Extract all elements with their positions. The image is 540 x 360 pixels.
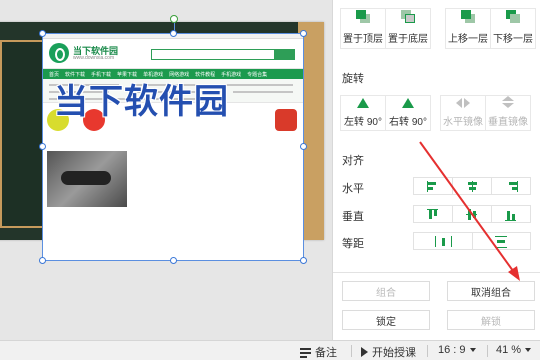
align-section-title: 对齐 xyxy=(342,155,364,167)
align-vertical-label: 垂直 xyxy=(342,211,364,223)
start-lesson-button[interactable]: 开始授课 xyxy=(361,344,416,360)
rotate-section-title: 旋转 xyxy=(342,73,364,85)
ungroup-button[interactable]: 取消组合 xyxy=(447,281,535,301)
send-to-back-label: 置于底层 xyxy=(388,34,428,45)
aspect-ratio-label: 16 : 9 xyxy=(438,344,466,356)
align-top-button[interactable] xyxy=(414,206,453,222)
align-vertical-group xyxy=(413,205,531,223)
layer-group-left: 置于顶层 置于底层 xyxy=(340,8,431,49)
rotate-right-button[interactable]: 右转 90° xyxy=(385,95,431,131)
align-bottom-button[interactable] xyxy=(492,206,530,222)
resize-handle-w[interactable] xyxy=(39,143,46,150)
flip-vertical-icon xyxy=(500,96,516,108)
resize-handle-nw[interactable] xyxy=(39,30,46,37)
bring-forward-button[interactable]: 上移一层 xyxy=(445,8,491,49)
resize-handle-e[interactable] xyxy=(300,143,307,150)
distribute-group xyxy=(413,232,531,250)
site-logo-icon xyxy=(49,43,69,63)
align-horizontal-label: 水平 xyxy=(342,183,364,195)
align-left-button[interactable] xyxy=(414,178,453,194)
notes-icon xyxy=(300,347,311,358)
flip-horizontal-label: 水平镜像 xyxy=(443,117,483,128)
rotate-left-icon xyxy=(355,96,371,108)
resize-handle-n[interactable] xyxy=(170,30,177,37)
slide-canvas-area[interactable]: 当下软件园 www.downxia.com 首页 软件下载 手机下载 苹果下载 单机游戏… xyxy=(0,0,332,340)
bring-to-front-icon xyxy=(355,10,371,24)
rotate-left-button[interactable]: 左转 90° xyxy=(340,95,386,131)
watermark-text: 当下软件园 xyxy=(54,82,229,122)
group-button[interactable]: 组合 xyxy=(342,281,430,301)
distribute-label: 等距 xyxy=(342,238,364,250)
status-separator xyxy=(487,345,488,357)
zoom-dropdown[interactable]: 41 % xyxy=(496,344,532,356)
rotate-right-icon xyxy=(400,96,416,108)
align-middle-button[interactable] xyxy=(453,206,492,222)
site-search-box xyxy=(151,49,275,60)
distribute-vertical-button[interactable] xyxy=(473,233,531,249)
site-search-button xyxy=(275,49,295,60)
resize-handle-sw[interactable] xyxy=(39,257,46,264)
status-separator xyxy=(427,345,428,357)
website-screenshot-image[interactable]: 当下软件园 www.downxia.com 首页 软件下载 手机下载 苹果下载 单机游戏… xyxy=(42,33,304,261)
send-backward-button[interactable]: 下移一层 xyxy=(490,8,536,49)
flip-vertical-button[interactable]: 垂直镜像 xyxy=(485,95,531,131)
flip-vertical-label: 垂直镜像 xyxy=(488,117,528,128)
rotate-left-label: 左转 90° xyxy=(344,117,382,128)
play-icon xyxy=(361,347,368,357)
site-header: 当下软件园 www.downxia.com xyxy=(43,39,303,69)
resize-handle-s[interactable] xyxy=(170,257,177,264)
flip-horizontal-button[interactable]: 水平镜像 xyxy=(440,95,486,131)
resize-handle-se[interactable] xyxy=(300,257,307,264)
lock-button[interactable]: 锁定 xyxy=(342,310,430,330)
send-to-back-button[interactable]: 置于底层 xyxy=(385,8,431,49)
send-to-back-icon xyxy=(400,10,416,24)
site-content xyxy=(43,103,303,260)
distribute-horizontal-button[interactable] xyxy=(414,233,473,249)
bring-to-front-label: 置于顶层 xyxy=(343,34,383,45)
send-backward-icon xyxy=(505,10,521,24)
zoom-label: 41 % xyxy=(496,344,522,356)
status-bar: 备注 开始授课 16 : 9 41 % xyxy=(0,340,540,360)
align-horizontal-group xyxy=(413,177,531,195)
wps-icon xyxy=(275,109,297,131)
chevron-down-icon xyxy=(525,348,532,352)
send-backward-label: 下移一层 xyxy=(493,34,533,45)
site-nav-item: 专题合集 xyxy=(247,71,268,78)
notes-button[interactable]: 备注 xyxy=(300,344,337,360)
bring-forward-icon xyxy=(460,10,476,24)
resize-handle-ne[interactable] xyxy=(300,30,307,37)
bring-to-front-button[interactable]: 置于顶层 xyxy=(340,8,386,49)
unlock-button[interactable]: 解锁 xyxy=(447,310,535,330)
layer-group-right: 上移一层 下移一层 xyxy=(445,8,536,49)
notes-label: 备注 xyxy=(315,347,337,359)
bring-forward-label: 上移一层 xyxy=(448,34,488,45)
status-separator xyxy=(351,345,352,357)
panel-divider xyxy=(333,272,540,273)
chevron-down-icon xyxy=(469,348,476,352)
align-center-horizontal-button[interactable] xyxy=(453,178,492,194)
align-right-button[interactable] xyxy=(492,178,530,194)
aspect-ratio-dropdown[interactable]: 16 : 9 xyxy=(438,344,476,356)
rotate-handle[interactable] xyxy=(170,15,178,23)
rotate-right-label: 右转 90° xyxy=(389,117,427,128)
app-window: 当下软件园 www.downxia.com 首页 软件下载 手机下载 苹果下载 单机游戏… xyxy=(0,0,540,360)
start-lesson-label: 开始授课 xyxy=(372,347,416,359)
flip-horizontal-icon xyxy=(455,96,471,108)
site-logo-sub: www.downxia.com xyxy=(73,55,115,61)
properties-panel: 置于顶层 置于底层 上移一层 下移一层 旋转 左转 90° 右转 90° 水平镜… xyxy=(332,0,540,340)
dumbbell-photo xyxy=(47,151,127,207)
